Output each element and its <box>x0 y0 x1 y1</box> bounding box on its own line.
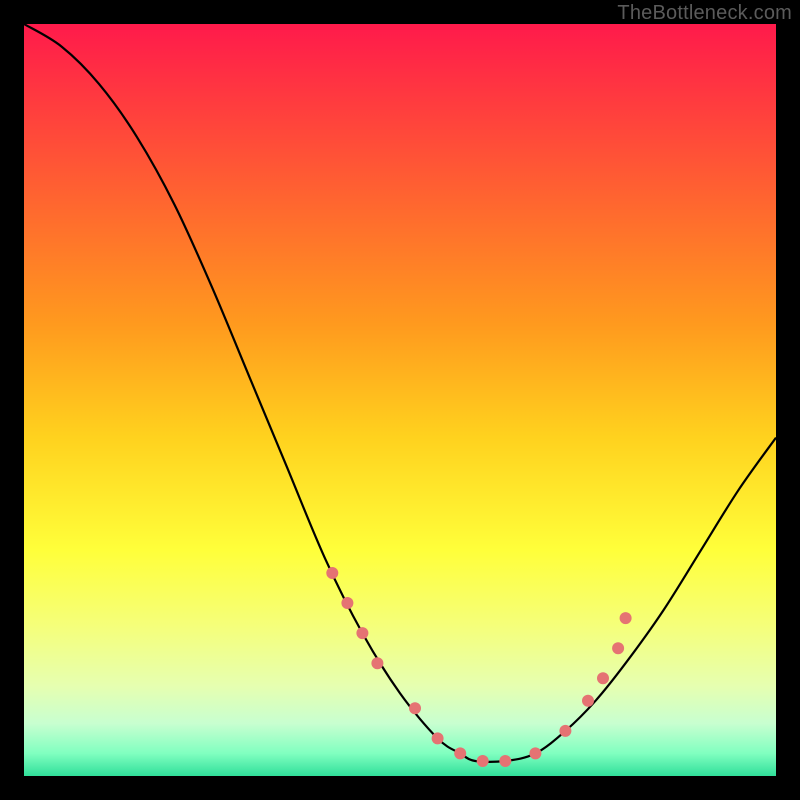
sample-point <box>499 755 511 767</box>
sample-point <box>477 755 489 767</box>
sample-point <box>597 672 609 684</box>
sample-point <box>582 695 594 707</box>
sample-point <box>612 642 624 654</box>
sample-point <box>356 627 368 639</box>
sample-point <box>620 612 632 624</box>
sample-point <box>371 657 383 669</box>
sample-point <box>529 747 541 759</box>
sample-point <box>454 747 466 759</box>
chart-frame <box>24 24 776 776</box>
sample-point <box>341 597 353 609</box>
watermark-text: TheBottleneck.com <box>617 2 792 25</box>
sample-point <box>409 702 421 714</box>
sample-point <box>326 567 338 579</box>
sample-point <box>559 725 571 737</box>
bottleneck-chart <box>24 24 776 776</box>
sample-point <box>432 732 444 744</box>
